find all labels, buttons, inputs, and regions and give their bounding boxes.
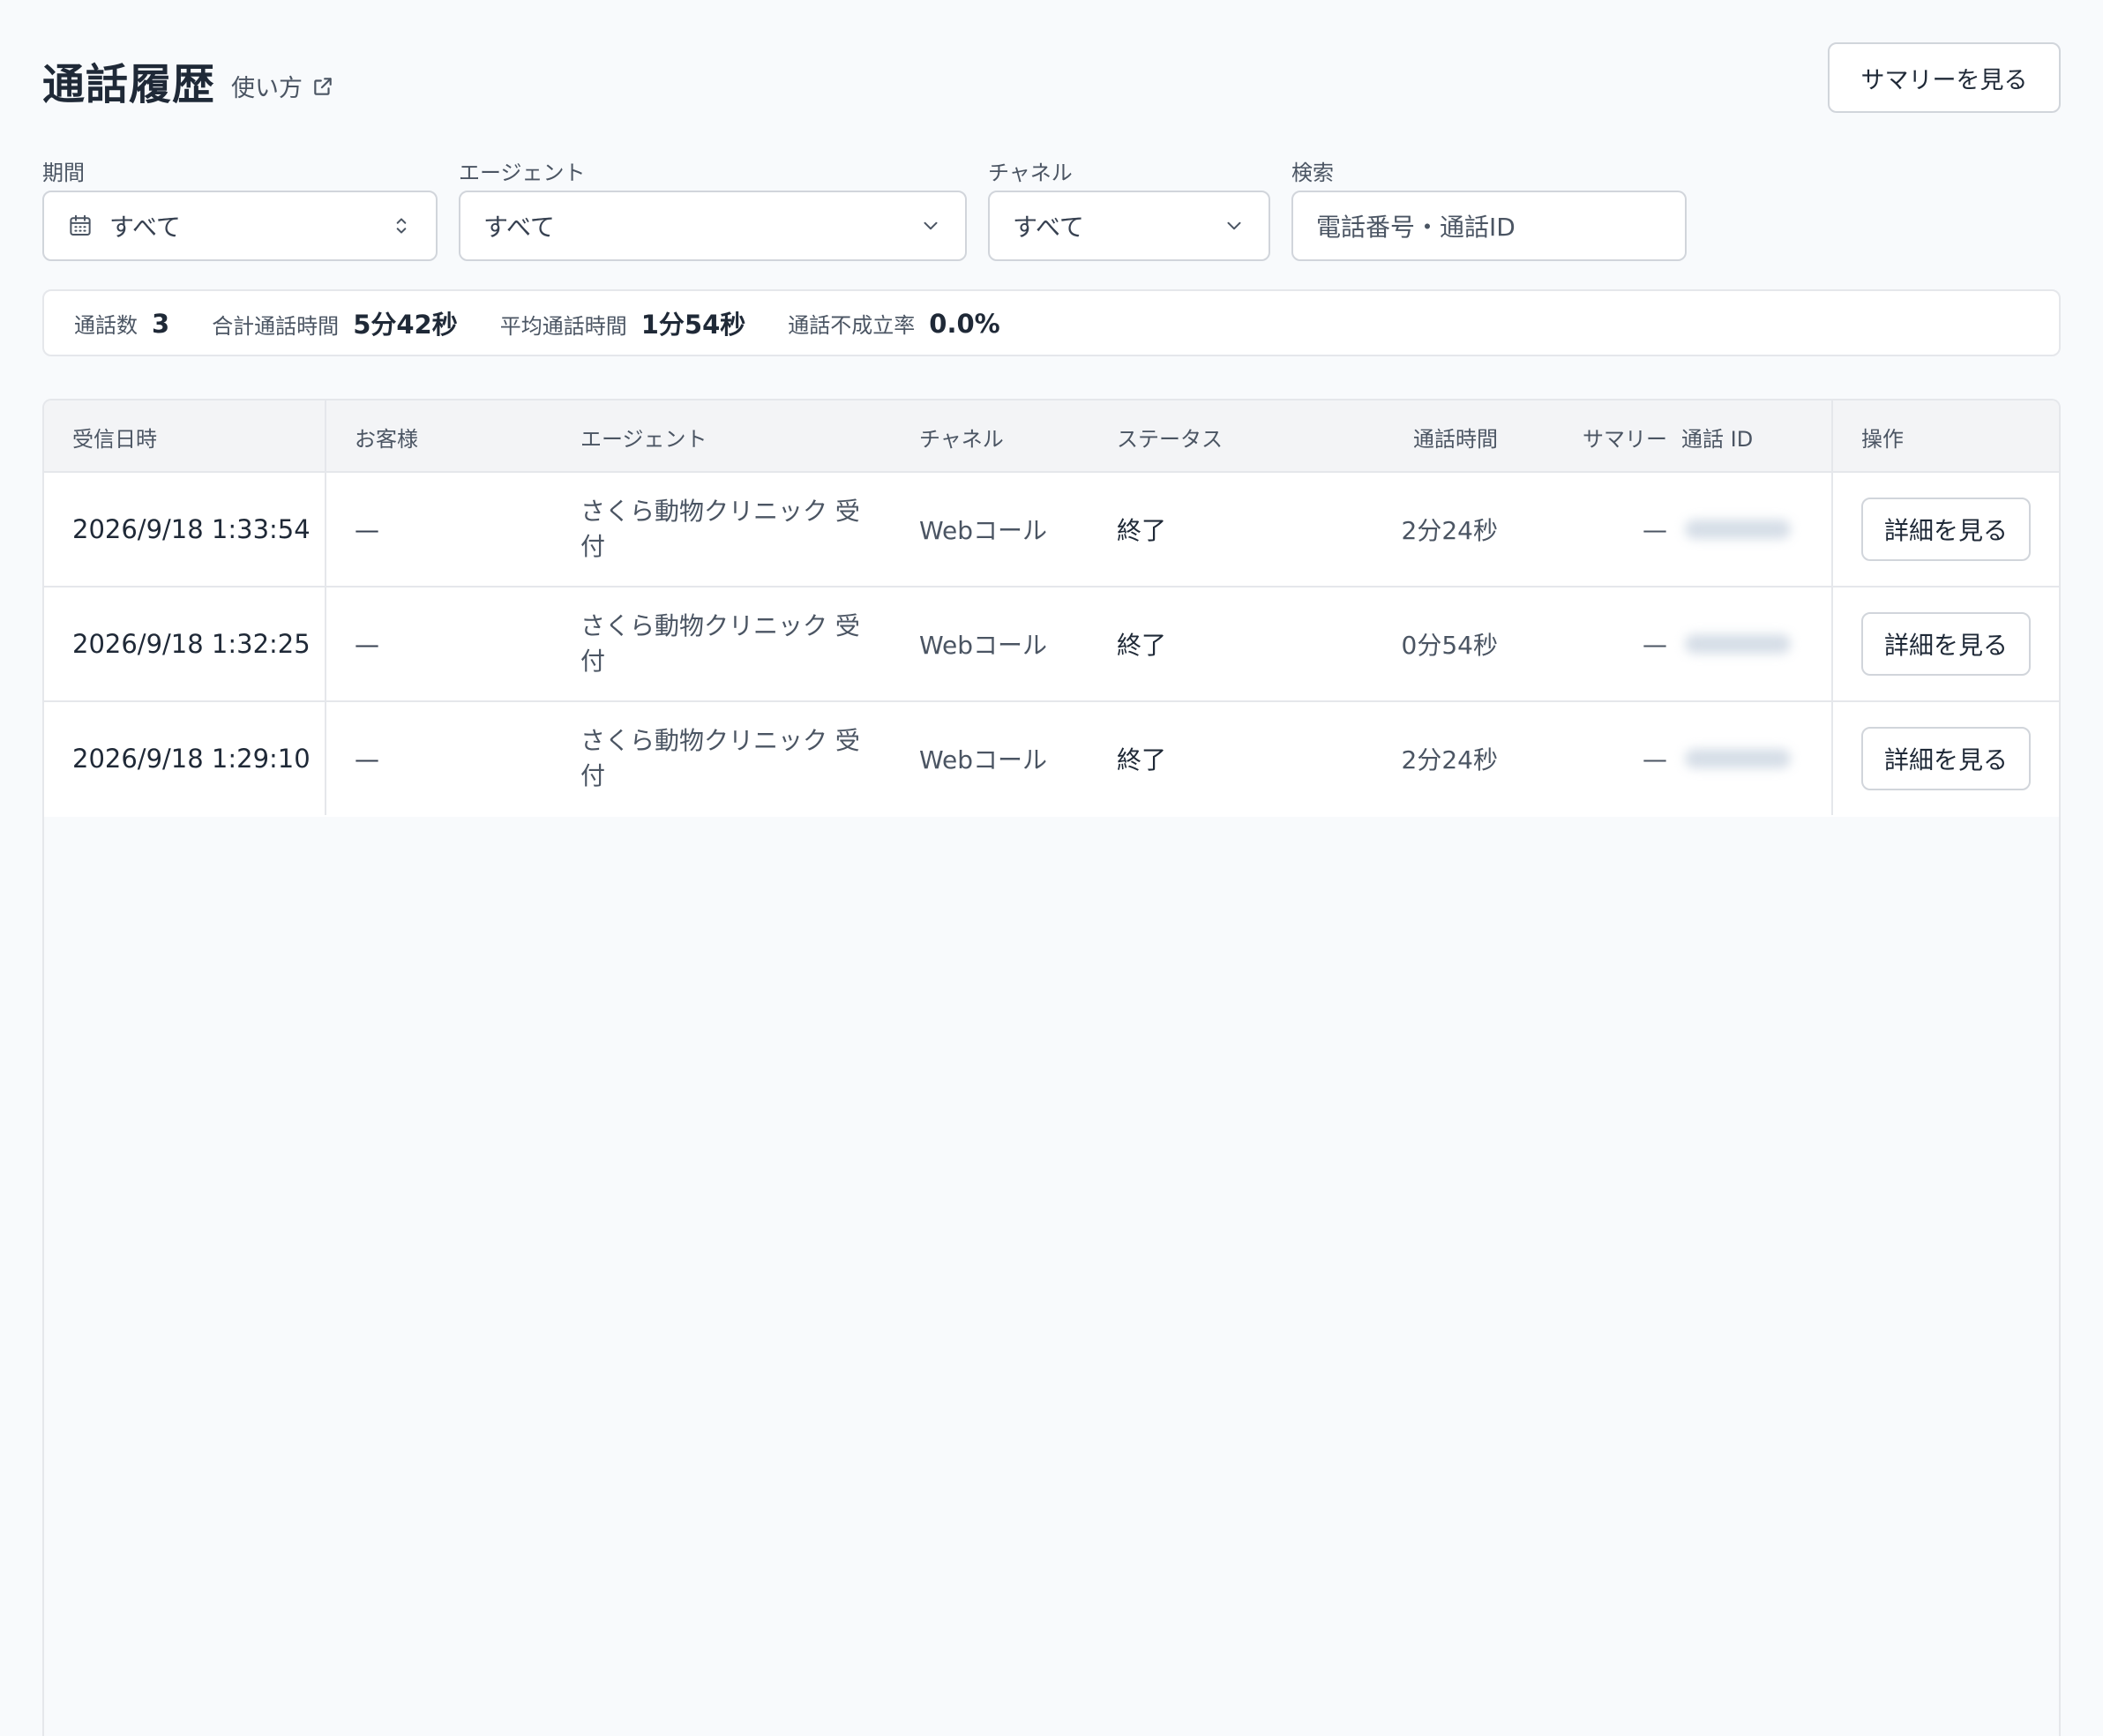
stat-total-duration: 合計通話時間 5分42秒 bbox=[212, 304, 458, 341]
table-row[interactable]: 2026/9/18 1:33:54 — さくら動物クリニック 受付 Webコール… bbox=[44, 473, 2059, 587]
cell-customer: — bbox=[355, 744, 379, 774]
cell-summary: — bbox=[1643, 629, 1667, 659]
channel-filter-label: チャネル bbox=[988, 161, 1073, 185]
call-history-table: 受信日時 お客様 エージェント チャネル ステータス 通話時間 サマリー 通話 … bbox=[42, 399, 2061, 1736]
stat-value: 5分42秒 bbox=[353, 310, 458, 340]
cell-call-id bbox=[1685, 702, 1791, 815]
period-filter-value: すべて bbox=[109, 213, 181, 242]
cell-status: 終了 bbox=[1117, 631, 1167, 660]
calendar-icon bbox=[70, 214, 91, 236]
cell-agent: さくら動物クリニック 受付 bbox=[580, 497, 860, 561]
view-details-button[interactable]: 詳細を見る bbox=[1861, 498, 2031, 561]
cell-actions: 詳細を見る bbox=[1861, 473, 2031, 586]
sticky-column-divider bbox=[1831, 400, 1833, 815]
redacted-call-id bbox=[1685, 634, 1791, 654]
col-header-actions: 操作 bbox=[1861, 426, 1904, 452]
stat-average-duration: 平均通話時間 1分54秒 bbox=[500, 304, 746, 341]
view-details-button[interactable]: 詳細を見る bbox=[1861, 612, 2031, 676]
cell-channel: Webコール bbox=[919, 631, 1048, 660]
cell-summary: — bbox=[1643, 514, 1667, 544]
stat-value: 0.0% bbox=[929, 308, 1000, 339]
search-label: 検索 bbox=[1291, 161, 1334, 185]
period-filter-label: 期間 bbox=[42, 161, 85, 185]
chevron-up-down-icon bbox=[396, 218, 407, 234]
cell-actions: 詳細を見る bbox=[1861, 702, 2031, 815]
col-header-datetime[interactable]: 受信日時 bbox=[72, 400, 157, 473]
redacted-call-id bbox=[1685, 749, 1791, 768]
stat-value: 3 bbox=[152, 308, 170, 339]
chevron-down-icon bbox=[924, 221, 938, 230]
col-header-customer: お客様 bbox=[355, 426, 418, 452]
help-link[interactable]: 使い方 bbox=[231, 69, 334, 103]
cell-customer: — bbox=[355, 629, 379, 659]
col-header-agent: エージェント bbox=[580, 426, 707, 452]
cell-duration: 2分24秒 bbox=[1401, 745, 1498, 774]
stats-bar: 通話数 3 合計通話時間 5分42秒 平均通話時間 1分54秒 通話不成立率 0… bbox=[42, 289, 2061, 356]
col-header-duration: 通話時間 bbox=[1413, 426, 1498, 452]
col-header-status: ステータス bbox=[1117, 426, 1223, 452]
page-title: 通話履歴 bbox=[42, 60, 216, 109]
cell-duration: 2分24秒 bbox=[1401, 516, 1498, 545]
cell-call-id bbox=[1685, 473, 1791, 586]
period-filter-select[interactable]: すべて bbox=[42, 191, 438, 261]
external-link-icon bbox=[314, 77, 332, 95]
stat-failure-rate: 通話不成立率 0.0% bbox=[788, 308, 999, 339]
cell-call-id bbox=[1685, 587, 1791, 700]
stat-value: 1分54秒 bbox=[640, 310, 746, 340]
search-input[interactable]: 電話番号・通話ID bbox=[1291, 191, 1687, 261]
cell-agent: さくら動物クリニック 受付 bbox=[580, 726, 860, 790]
cell-customer: — bbox=[355, 514, 379, 544]
stat-label: 平均通話時間 bbox=[499, 314, 627, 339]
search-placeholder: 電話番号・通話ID bbox=[1316, 213, 1516, 242]
col-header-summary: サマリー bbox=[1583, 426, 1667, 452]
cell-agent: さくら動物クリニック 受付 bbox=[580, 611, 860, 676]
agent-filter-select[interactable]: すべて bbox=[459, 191, 967, 261]
table-row[interactable]: 2026/9/18 1:32:25 — さくら動物クリニック 受付 Webコール… bbox=[44, 587, 2059, 702]
cell-channel: Webコール bbox=[919, 516, 1048, 545]
cell-status: 終了 bbox=[1117, 745, 1167, 774]
cell-datetime: 2026/9/18 1:33:54 bbox=[72, 514, 311, 544]
help-link-label: 使い方 bbox=[231, 75, 303, 102]
cell-datetime: 2026/9/18 1:29:10 bbox=[72, 744, 311, 774]
redacted-call-id bbox=[1685, 520, 1791, 539]
cell-datetime: 2026/9/18 1:32:25 bbox=[72, 629, 311, 659]
sticky-column-divider bbox=[325, 400, 326, 815]
cell-duration: 0分54秒 bbox=[1401, 631, 1498, 660]
chevron-down-icon bbox=[1227, 221, 1241, 230]
cell-status: 終了 bbox=[1117, 516, 1167, 545]
agent-filter-value: すべて bbox=[483, 213, 555, 242]
cell-summary: — bbox=[1643, 744, 1667, 774]
col-header-channel: チャネル bbox=[919, 426, 1004, 452]
view-summary-button[interactable]: サマリーを見る bbox=[1828, 42, 2061, 113]
view-details-button[interactable]: 詳細を見る bbox=[1861, 727, 2031, 790]
stat-label: 通話不成立率 bbox=[788, 312, 916, 338]
table-header: 受信日時 お客様 エージェント チャネル ステータス 通話時間 サマリー 通話 … bbox=[44, 400, 2059, 473]
page-header: 通話履歴 使い方 サマリーを見る bbox=[42, 42, 2061, 113]
agent-filter-label: エージェント bbox=[459, 161, 586, 185]
channel-filter-value: すべて bbox=[1013, 213, 1084, 242]
stat-label: 通話数 bbox=[74, 312, 138, 338]
cell-actions: 詳細を見る bbox=[1861, 587, 2031, 700]
col-header-call-id: 通話 ID bbox=[1681, 426, 1754, 452]
cell-channel: Webコール bbox=[919, 745, 1048, 774]
stat-label: 合計通話時間 bbox=[212, 314, 340, 339]
table-row[interactable]: 2026/9/18 1:29:10 — さくら動物クリニック 受付 Webコール… bbox=[44, 702, 2059, 817]
stat-call-count: 通話数 3 bbox=[74, 308, 169, 339]
channel-filter-select[interactable]: すべて bbox=[988, 191, 1270, 261]
